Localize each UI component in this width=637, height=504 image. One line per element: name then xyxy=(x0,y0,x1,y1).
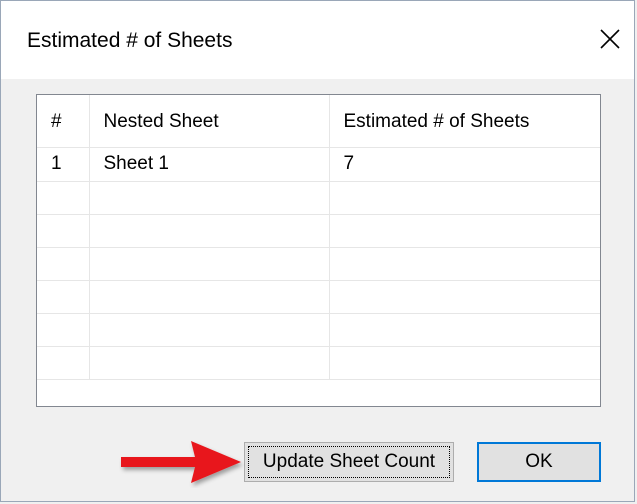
cell-estimated-sheets: 7 xyxy=(329,147,600,182)
close-button[interactable] xyxy=(590,17,630,61)
column-header-nested-sheet[interactable]: Nested Sheet xyxy=(89,95,330,148)
column-header-index[interactable]: # xyxy=(37,95,90,148)
empty-table-row xyxy=(37,181,600,215)
ok-label: OK xyxy=(525,451,553,472)
update-sheet-count-button[interactable]: Update Sheet Count xyxy=(244,442,454,482)
sheets-table[interactable]: # Nested Sheet Estimated # of Sheets 1 S… xyxy=(36,94,601,407)
empty-table-row xyxy=(37,313,600,347)
table-header-row: # Nested Sheet Estimated # of Sheets xyxy=(37,95,600,148)
red-arrow-icon xyxy=(121,441,241,483)
cell-nested-sheet: Sheet 1 xyxy=(89,147,330,182)
table-row[interactable]: 1 Sheet 1 7 xyxy=(37,147,600,182)
ok-button[interactable]: OK xyxy=(477,442,601,482)
empty-table-row xyxy=(37,214,600,248)
empty-table-row xyxy=(37,280,600,314)
empty-table-row xyxy=(37,247,600,281)
estimated-sheets-dialog: Estimated # of Sheets # Nested Sheet Est… xyxy=(0,0,635,502)
column-header-estimated-sheets[interactable]: Estimated # of Sheets xyxy=(329,95,600,148)
cell-index: 1 xyxy=(37,147,90,182)
update-sheet-count-label: Update Sheet Count xyxy=(262,451,436,472)
dialog-title: Estimated # of Sheets xyxy=(27,29,233,52)
title-bar: Estimated # of Sheets xyxy=(1,1,634,79)
empty-table-row xyxy=(37,346,600,380)
close-icon xyxy=(600,29,620,49)
